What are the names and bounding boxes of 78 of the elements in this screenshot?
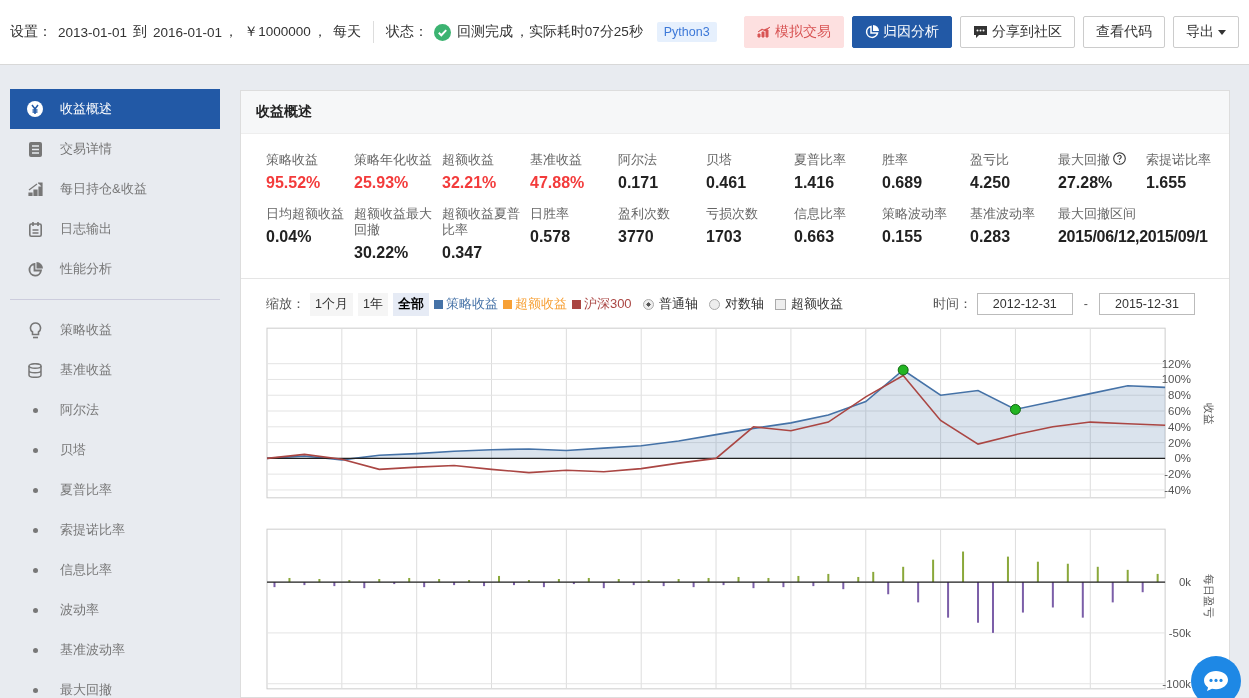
capital: ￥1000000: [244, 23, 311, 41]
metric-value: 2015/06/12,2015/09/1: [1058, 228, 1209, 246]
metric-label: 阿尔法: [618, 152, 657, 168]
y-tick-label: -50k: [1168, 626, 1192, 639]
legend-label: 策略收益: [445, 295, 498, 313]
checkbox-label: 超额收益: [790, 295, 843, 313]
metric-label: 夏普比率: [794, 152, 846, 168]
metric-label: 最大回撤区间: [1058, 206, 1136, 222]
metric-label: 超额收益夏普比率: [442, 206, 521, 238]
y-tick-label: 60%: [1168, 405, 1192, 417]
metric-label: 盈亏比: [970, 152, 1009, 168]
start-date: 2013-01-01: [58, 24, 128, 40]
metric-value: 0.04%: [266, 228, 313, 246]
metric-value: 4.250: [970, 174, 1012, 192]
end-date: 2016-01-01: [153, 24, 223, 40]
metric-value: 1.416: [794, 174, 836, 192]
y-tick-label: -100k: [1162, 677, 1192, 690]
metric-label: 日胜率: [530, 206, 569, 222]
separator: ，: [312, 23, 327, 41]
panel-title: 收益概述: [256, 103, 312, 121]
metric-value: 0.461: [706, 174, 748, 192]
metric-value: 47.88%: [530, 174, 586, 192]
metric-label: 索提诺比率: [1146, 152, 1211, 168]
metric-label: 亏损次数: [706, 206, 758, 222]
metric-value: 0.663: [794, 228, 836, 246]
y-axis-label: 每日盈亏: [1203, 574, 1216, 619]
to-label: 到: [133, 23, 148, 41]
metric-label: 胜率: [882, 152, 908, 168]
metric-label: 基准收益: [530, 152, 582, 168]
metric-label: 策略年化收益: [354, 152, 432, 168]
metric-label: 日均超额收益: [266, 206, 344, 222]
language-badge: Python3: [656, 22, 717, 42]
metric-value: 3770: [618, 228, 655, 246]
metric-label: 超额收益最大回撤: [354, 206, 433, 238]
metric-label: 贝塔: [706, 152, 732, 168]
metric-value: 0.155: [882, 228, 924, 246]
range-dash: -: [1083, 297, 1088, 311]
metric-label: 策略波动率: [882, 206, 947, 222]
metric-value: 95.52%: [266, 174, 322, 192]
y-tick-label: 100%: [1161, 373, 1192, 386]
y-tick-label: 0k: [1178, 576, 1192, 589]
metric-label: 信息比率: [794, 206, 846, 222]
radio-label: 对数轴: [724, 295, 764, 313]
metric-label: 基准波动率: [970, 206, 1035, 222]
metric-label: 最大回撤: [1058, 152, 1110, 168]
y-tick-label: 0%: [1174, 452, 1192, 465]
status-label: 状态：: [385, 23, 428, 41]
metric-value: 25.93%: [354, 174, 410, 192]
metric-value: 27.28%: [1058, 174, 1114, 192]
metric-value: 1703: [706, 228, 743, 246]
metric-value: 0.347: [442, 244, 484, 262]
metric-value: 1.655: [1146, 174, 1188, 192]
metric-value: 32.21%: [442, 174, 498, 192]
metric-value: 0.171: [618, 174, 660, 192]
y-tick-label: 40%: [1168, 420, 1192, 433]
settings-label: 设置：: [10, 23, 52, 41]
legend-label: 超额收益: [514, 295, 567, 313]
zoom-label: 缩放：: [266, 295, 305, 313]
y-tick-label: 20%: [1168, 436, 1192, 449]
radio-label: 普通轴: [658, 295, 698, 313]
elapsed-time: ，实际耗时07分25秒: [514, 23, 643, 41]
legend-label: 沪深300: [583, 295, 632, 313]
metric-label: 盈利次数: [618, 206, 670, 222]
metric-value: 0.578: [530, 228, 572, 246]
y-axis-label: 收益: [1203, 403, 1216, 425]
time-label: 时间：: [932, 295, 972, 313]
y-tick-label: 80%: [1168, 389, 1192, 402]
metric-label: 超额收益: [442, 152, 494, 168]
y-tick-label: -20%: [1164, 468, 1192, 481]
metric-value: 0.283: [970, 228, 1012, 246]
separator: ，: [224, 23, 239, 41]
frequency: 每天: [332, 23, 361, 41]
metric-value: 30.22%: [354, 244, 410, 262]
metric-value: 0.689: [882, 174, 924, 192]
metric-label: 策略收益: [266, 152, 318, 168]
y-tick-label: -40%: [1164, 483, 1192, 496]
status-text: 回测完成: [456, 23, 513, 41]
y-tick-label: 120%: [1161, 357, 1192, 370]
